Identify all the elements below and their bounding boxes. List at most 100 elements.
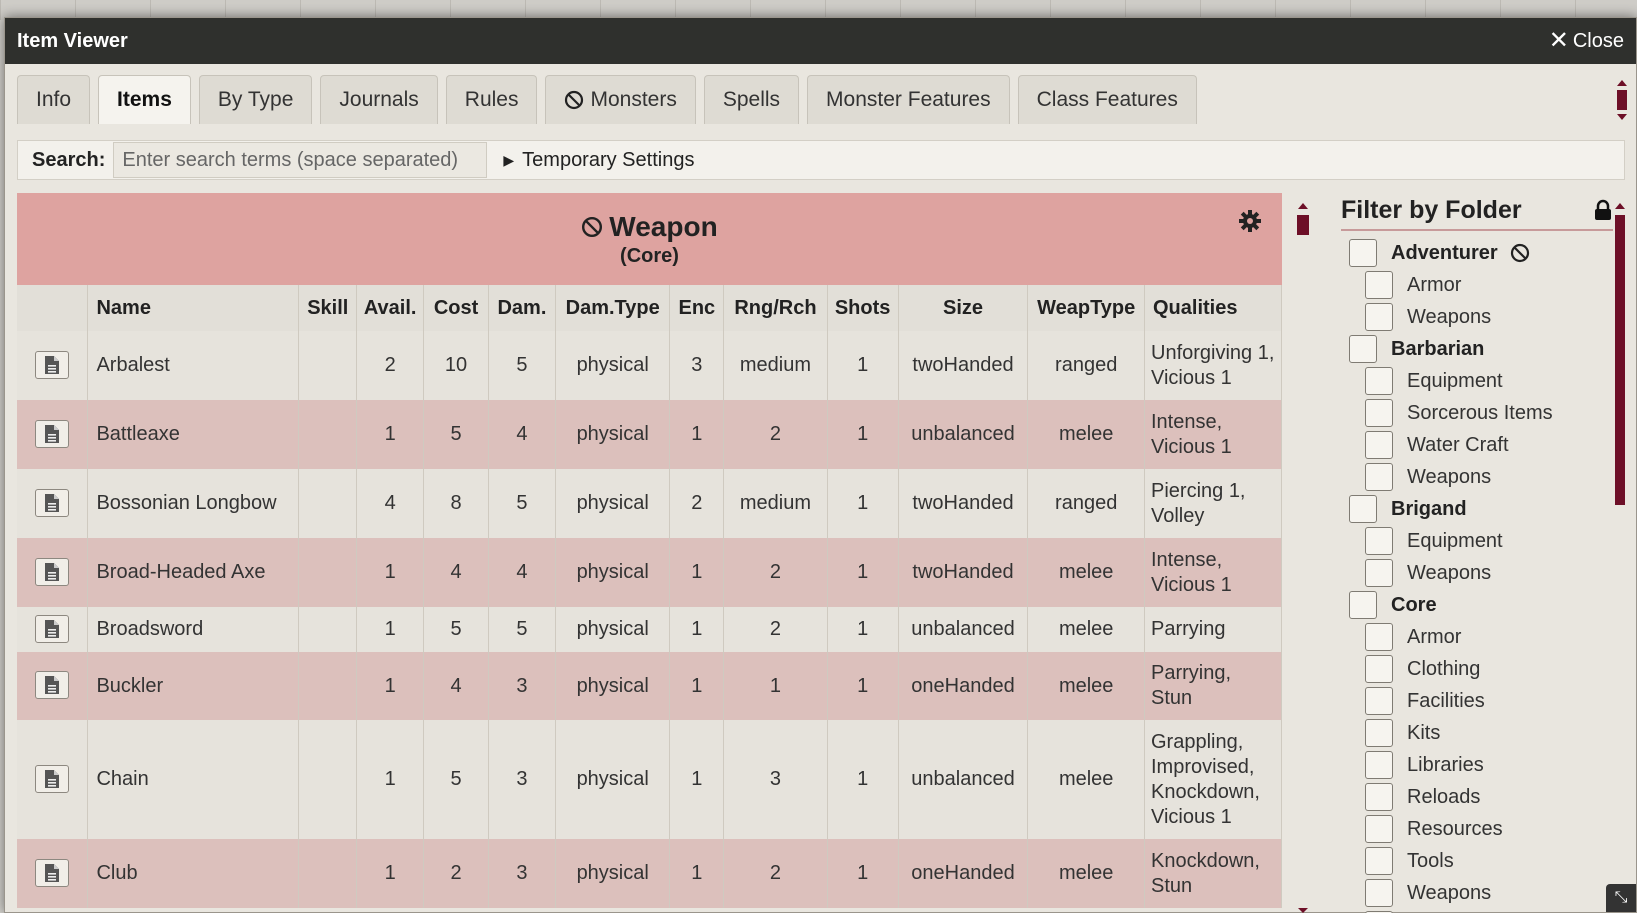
folder-adventurer[interactable]: Adventurer	[1341, 237, 1613, 269]
window-titlebar[interactable]: Item Viewer ✕ Close	[5, 18, 1636, 64]
folder-checkbox[interactable]	[1365, 815, 1393, 843]
lock-icon[interactable]	[1593, 199, 1613, 221]
folder-item[interactable]: Equipment	[1341, 525, 1613, 557]
column-header-size[interactable]: Size	[898, 285, 1029, 331]
folder-item[interactable]: Armor	[1341, 621, 1613, 653]
folder-item[interactable]: Sorcerous Items	[1341, 397, 1613, 429]
tabs-scrollbar[interactable]	[1614, 80, 1630, 136]
column-header-enc[interactable]: Enc	[669, 285, 725, 331]
table-row[interactable]: Chain 1 5 3 physical 1 3 1 unbalanced me…	[17, 720, 1282, 839]
temporary-settings-toggle[interactable]: ▶ Temporary Settings	[503, 149, 694, 172]
open-document-button[interactable]	[35, 419, 70, 448]
column-header-name[interactable]: Name	[87, 285, 300, 331]
tab-journals[interactable]: Journals	[320, 75, 438, 124]
folder-item[interactable]: Equipment	[1341, 365, 1613, 397]
tab-by-type[interactable]: By Type	[198, 75, 313, 124]
column-header-rng-rch[interactable]: Rng/Rch	[723, 285, 828, 331]
folder-checkbox[interactable]	[1365, 719, 1393, 747]
table-row[interactable]: Bossonian Longbow 4 8 5 physical 2 mediu…	[17, 469, 1282, 538]
folder-item[interactable]: Tools	[1341, 845, 1613, 877]
folder-item[interactable]: Weapons	[1341, 301, 1613, 333]
folder-brigand[interactable]: Brigand	[1341, 493, 1613, 525]
table-row[interactable]: Broad-Headed Axe 1 4 4 physical 1 2 1 tw…	[17, 538, 1282, 607]
tab-items[interactable]: Items	[98, 75, 191, 124]
folder-checkbox[interactable]	[1365, 271, 1393, 299]
folder-item[interactable]: Weapons	[1341, 557, 1613, 589]
tab-monsters[interactable]: Monsters	[545, 75, 696, 124]
table-row[interactable]: Buckler 1 4 3 physical 1 1 1 oneHanded m…	[17, 652, 1282, 720]
folder-item[interactable]: Resources	[1341, 813, 1613, 845]
cell-dam: 3	[488, 720, 556, 839]
tab-class-features[interactable]: Class Features	[1017, 75, 1197, 124]
column-header-skill[interactable]: Skill	[298, 285, 358, 331]
search-input[interactable]	[113, 142, 488, 178]
column-header-qualities[interactable]: Qualities	[1144, 285, 1282, 331]
folder-item[interactable]: Clothing	[1341, 653, 1613, 685]
resize-handle-icon[interactable]: ⤡	[1606, 884, 1636, 912]
folder-item[interactable]	[1341, 909, 1613, 913]
column-header-weap-type[interactable]: WeapType	[1027, 285, 1145, 331]
open-document-button[interactable]	[35, 858, 70, 887]
folder-item[interactable]: Armor	[1341, 269, 1613, 301]
scroll-thumb[interactable]	[1615, 215, 1625, 505]
scroll-up-icon[interactable]	[1617, 80, 1627, 86]
tab-monster-features[interactable]: Monster Features	[807, 75, 1010, 124]
table-row[interactable]: Broadsword 1 5 5 physical 1 2 1 unbalanc…	[17, 607, 1282, 652]
folder-item[interactable]: Reloads	[1341, 781, 1613, 813]
column-header-cost[interactable]: Cost	[423, 285, 489, 331]
scroll-up-icon[interactable]	[1298, 203, 1308, 209]
folder-checkbox[interactable]	[1365, 783, 1393, 811]
scroll-up-icon[interactable]	[1615, 203, 1625, 209]
folder-checkbox[interactable]	[1349, 591, 1377, 619]
folder-checkbox[interactable]	[1365, 463, 1393, 491]
folder-checkbox[interactable]	[1365, 527, 1393, 555]
table-row[interactable]: Club 1 2 3 physical 1 2 1 oneHanded mele…	[17, 839, 1282, 908]
column-header-avail[interactable]: Avail.	[356, 285, 425, 331]
folder-core[interactable]: Core	[1341, 589, 1613, 621]
open-document-button[interactable]	[35, 557, 70, 586]
folder-checkbox[interactable]	[1365, 303, 1393, 331]
scroll-thumb[interactable]	[1617, 90, 1627, 110]
scroll-down-icon[interactable]	[1298, 908, 1308, 913]
folder-checkbox[interactable]	[1365, 367, 1393, 395]
folder-checkbox[interactable]	[1365, 623, 1393, 651]
column-header-dam-type[interactable]: Dam.Type	[555, 285, 671, 331]
table-row[interactable]: Battleaxe 1 5 4 physical 1 2 1 unbalance…	[17, 400, 1282, 469]
table-row[interactable]: Arbalest 2 10 5 physical 3 medium 1 twoH…	[17, 331, 1282, 400]
folder-checkbox[interactable]	[1365, 751, 1393, 779]
tab-rules[interactable]: Rules	[445, 75, 538, 124]
folder-checkbox[interactable]	[1365, 847, 1393, 875]
tab-info[interactable]: Info	[17, 75, 91, 124]
folder-item[interactable]: Libraries	[1341, 749, 1613, 781]
folder-barbarian[interactable]: Barbarian	[1341, 333, 1613, 365]
tab-bar: Info Items By Type Journals Rules Monste…	[17, 75, 1197, 124]
scroll-thumb[interactable]	[1297, 215, 1309, 235]
folder-item[interactable]: Weapons	[1341, 461, 1613, 493]
filter-scrollbar[interactable]	[1613, 203, 1627, 883]
gear-icon[interactable]	[1238, 209, 1262, 233]
folder-checkbox[interactable]	[1365, 687, 1393, 715]
scroll-down-icon[interactable]	[1617, 114, 1627, 120]
tab-spells[interactable]: Spells	[703, 75, 800, 124]
column-header-shots[interactable]: Shots	[827, 285, 899, 331]
folder-checkbox[interactable]	[1365, 399, 1393, 427]
folder-item[interactable]: Facilities	[1341, 685, 1613, 717]
open-document-button[interactable]	[35, 764, 70, 793]
open-document-button[interactable]	[35, 488, 70, 517]
folder-checkbox[interactable]	[1349, 335, 1377, 363]
folder-item[interactable]: Water Craft	[1341, 429, 1613, 461]
column-header-dam[interactable]: Dam.	[488, 285, 556, 331]
folder-checkbox[interactable]	[1349, 495, 1377, 523]
folder-checkbox[interactable]	[1349, 239, 1377, 267]
folder-checkbox[interactable]	[1365, 431, 1393, 459]
folder-checkbox[interactable]	[1365, 559, 1393, 587]
open-document-button[interactable]	[35, 350, 70, 379]
folder-item[interactable]: Weapons	[1341, 877, 1613, 909]
open-document-button[interactable]	[35, 671, 70, 699]
folder-item[interactable]: Kits	[1341, 717, 1613, 749]
open-document-button[interactable]	[35, 614, 70, 643]
folder-checkbox[interactable]	[1365, 879, 1393, 907]
close-button[interactable]: ✕ Close	[1549, 29, 1624, 53]
folder-checkbox[interactable]	[1365, 655, 1393, 683]
table-scrollbar[interactable]	[1295, 203, 1311, 913]
